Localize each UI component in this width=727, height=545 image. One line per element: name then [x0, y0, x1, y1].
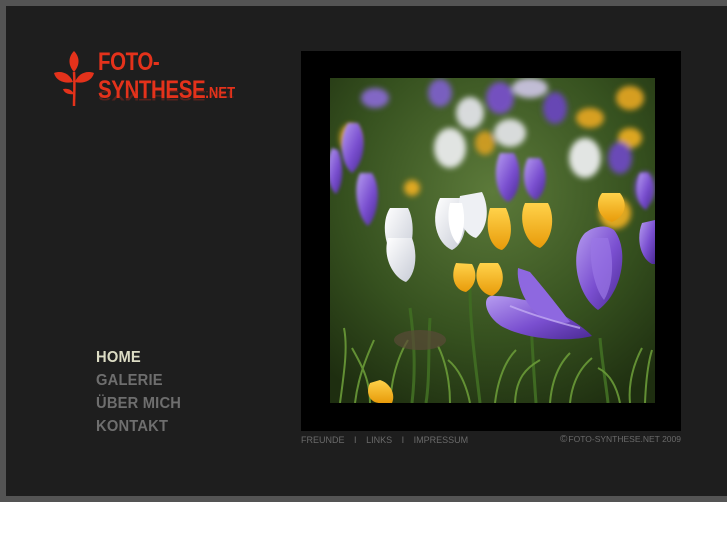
logo-reflection: SYNTHESE.NET	[98, 87, 234, 103]
copyright-text: FOTO-SYNTHESE.NET 2009	[568, 434, 681, 444]
photo-frame	[301, 51, 681, 431]
plant-sprout-icon	[54, 51, 94, 107]
main-nav: HOME GALERIE ÜBER MICH KONTAKT	[96, 346, 188, 438]
crocus-flowers-photo	[330, 78, 655, 403]
copyright-symbol: ©	[560, 434, 568, 445]
footer-separator: I	[401, 435, 405, 445]
footer-link-links[interactable]: LINKS	[366, 435, 392, 445]
nav-item-ueber-mich[interactable]: ÜBER MICH	[96, 392, 181, 415]
nav-item-galerie[interactable]: GALERIE	[96, 369, 181, 392]
logo-line-1: FOTO-	[98, 48, 160, 76]
footer-separator: I	[354, 435, 357, 445]
footer-link-freunde[interactable]: FREUNDE	[301, 435, 345, 445]
site-logo[interactable]: FOTO- SYNTHESE.NET SYNTHESE.NET	[52, 48, 252, 128]
nav-item-kontakt[interactable]: KONTAKT	[96, 415, 181, 438]
footer-links: FREUNDE I LINKS I IMPRESSUM	[301, 435, 468, 445]
footer-link-impressum[interactable]: IMPRESSUM	[414, 435, 469, 445]
copyright-notice: ©FOTO-SYNTHESE.NET 2009	[560, 434, 681, 445]
nav-item-home[interactable]: HOME	[96, 346, 181, 369]
